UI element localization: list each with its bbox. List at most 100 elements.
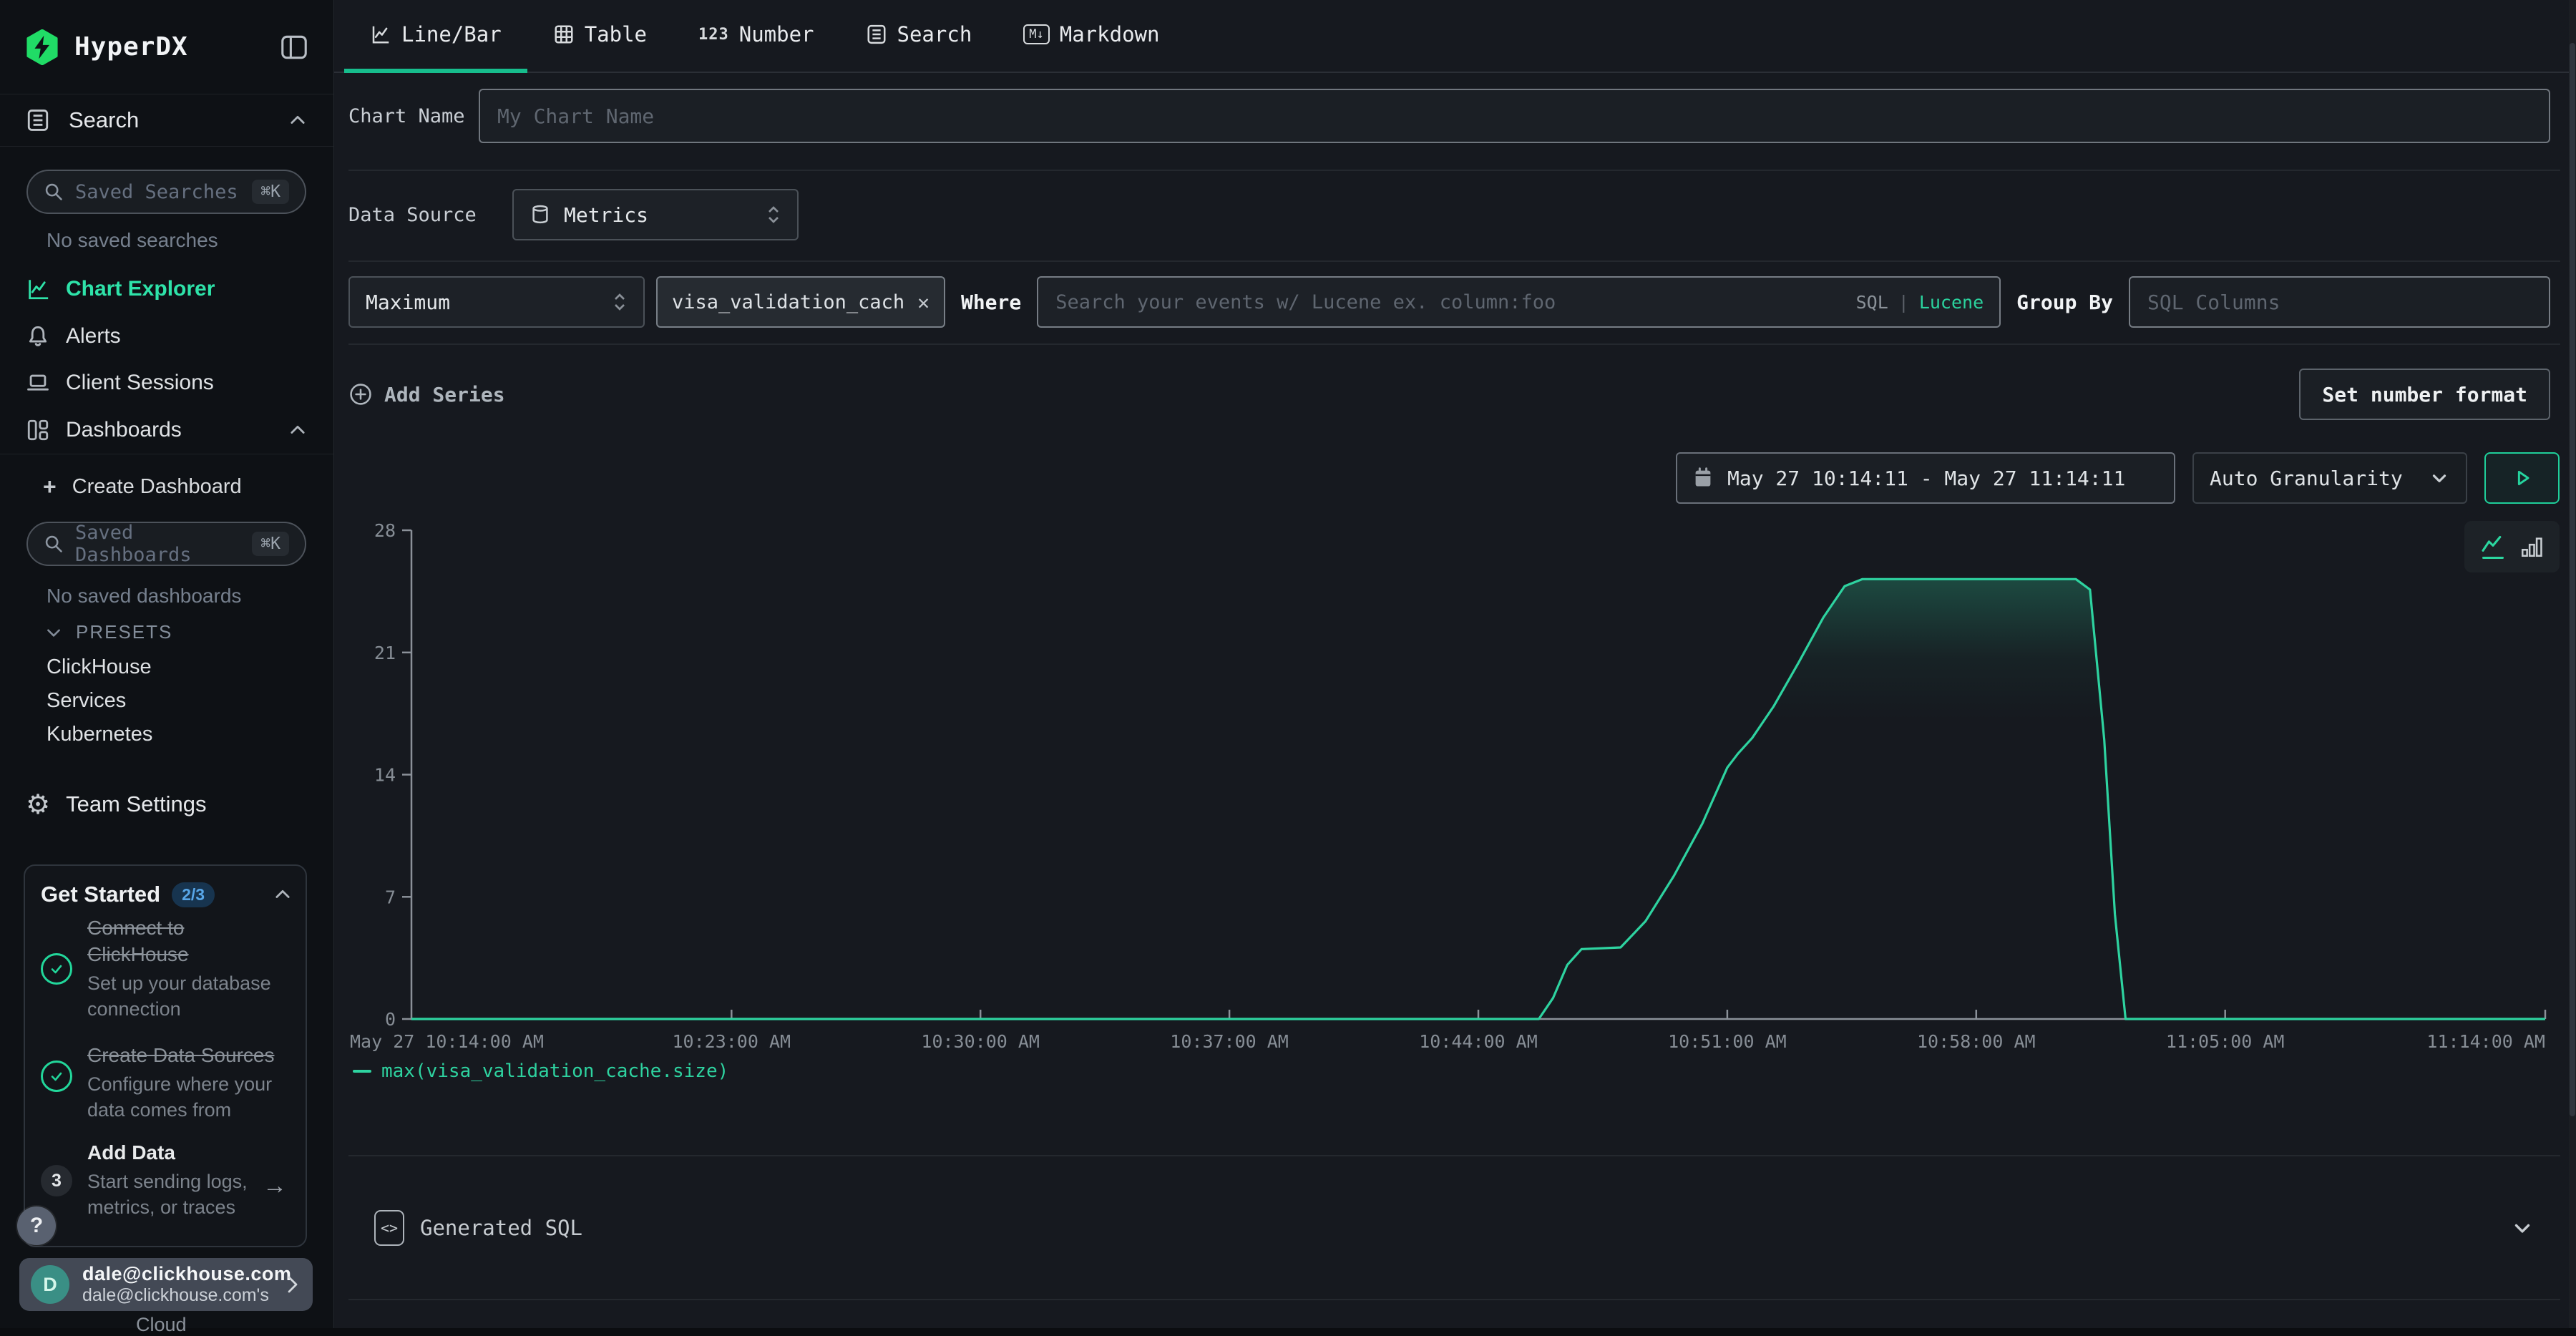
search-section-icon <box>26 108 50 132</box>
chevron-down-icon <box>44 623 63 642</box>
legend-label: max(visa_validation_cache.size) <box>381 1060 728 1082</box>
select-chevrons-icon <box>766 203 781 226</box>
run-query-button[interactable] <box>2484 452 2560 504</box>
get-started-header[interactable]: Get Started 2/3 <box>41 882 293 907</box>
divider <box>348 343 2560 345</box>
date-range-picker[interactable]: May 27 10:14:11 - May 27 11:14:11 <box>1676 452 2175 504</box>
data-source-label: Data Source <box>348 204 512 226</box>
svg-text:11:14:00 AM: 11:14:00 AM <box>2426 1031 2545 1052</box>
help-button[interactable]: ? <box>17 1206 56 1245</box>
chevron-up-icon[interactable] <box>288 110 308 130</box>
chart-name-input[interactable] <box>479 89 2550 143</box>
svg-text:10:37:00 AM: 10:37:00 AM <box>1170 1031 1289 1052</box>
svg-text:10:58:00 AM: 10:58:00 AM <box>1917 1031 2036 1052</box>
code-icon: <> <box>374 1210 404 1246</box>
scrollbar-thumb[interactable] <box>2570 43 2575 1116</box>
chevron-up-icon[interactable] <box>288 420 308 440</box>
sidebar-collapse-icon[interactable] <box>280 35 308 59</box>
svg-text:21: 21 <box>374 643 396 663</box>
sidebar-item-label: Dashboards <box>66 418 182 442</box>
get-started-title: Get Started <box>41 882 160 907</box>
chevron-down-icon[interactable] <box>2510 1216 2534 1240</box>
create-dashboard-label: Create Dashboard <box>72 475 242 499</box>
markdown-icon: M↓ <box>1023 24 1049 44</box>
data-source-select[interactable]: Metrics <box>512 189 799 240</box>
generated-sql-row[interactable]: <> Generated SQL <box>348 1155 2560 1300</box>
check-circle-icon <box>41 1060 72 1092</box>
metric-chip-label: visa_validation_cach <box>672 291 904 313</box>
granularity-select[interactable]: Auto Granularity <box>2192 452 2467 504</box>
events-search-wrap: SQL | Lucene <box>1037 276 2001 328</box>
sidebar-item-label: Alerts <box>66 324 121 348</box>
user-account-button[interactable]: D dale@clickhouse.com dale@clickhouse.co… <box>19 1258 313 1311</box>
metric-chip[interactable]: visa_validation_cach ✕ <box>656 276 945 328</box>
close-icon[interactable]: ✕ <box>917 291 930 314</box>
step-desc: Set up your database connection <box>87 970 280 1022</box>
hyperdx-logo-icon <box>26 29 59 65</box>
sidebar-item-chart-explorer[interactable]: Chart Explorer <box>0 268 333 310</box>
series-actions-row: Add Series Set number format <box>348 364 2550 425</box>
scrollbar[interactable] <box>2569 0 2576 1328</box>
svg-text:28: 28 <box>374 522 396 541</box>
chevron-down-icon <box>2429 467 2450 489</box>
presets-header[interactable]: PRESETS <box>44 621 172 643</box>
user-org-cutoff-text: Cloud <box>136 1314 187 1336</box>
sidebar-item-label: Chart Explorer <box>66 277 215 301</box>
search-section-label: Search <box>69 107 139 133</box>
sidebar-item-dashboards[interactable]: Dashboards <box>0 409 333 451</box>
tab-search[interactable]: Search <box>840 0 998 73</box>
chevron-up-icon[interactable] <box>273 884 293 905</box>
sidebar-item-client-sessions[interactable]: Client Sessions <box>0 362 333 404</box>
get-started-progress-badge: 2/3 <box>172 882 215 907</box>
get-started-step-1[interactable]: Connect to ClickHouse Set up your databa… <box>87 915 280 1022</box>
add-series-label: Add Series <box>384 383 505 406</box>
svg-text:10:51:00 AM: 10:51:00 AM <box>1668 1031 1787 1052</box>
chart-name-row: Chart Name <box>348 87 2550 145</box>
saved-dashboards-input[interactable]: Saved Dashboards ⌘K <box>26 522 306 566</box>
tab-table[interactable]: Table <box>527 0 673 73</box>
add-series-button[interactable]: Add Series <box>348 382 505 406</box>
step-number-badge: 3 <box>41 1165 72 1196</box>
get-started-step-3[interactable]: Add Data Start sending logs, metrics, or… <box>87 1139 280 1220</box>
chart-name-label: Chart Name <box>348 105 479 127</box>
sidebar-section-search[interactable]: Search <box>0 94 333 147</box>
saved-dashboards-placeholder: Saved Dashboards <box>75 522 252 566</box>
play-icon <box>2511 467 2534 489</box>
user-email: dale@clickhouse.com <box>82 1263 284 1285</box>
lucene-toggle-option[interactable]: Lucene <box>1919 292 1984 313</box>
no-saved-searches-text: No saved searches <box>47 229 218 252</box>
select-chevrons-icon <box>612 291 628 313</box>
sql-toggle-option[interactable]: SQL <box>1856 292 1888 313</box>
search-icon <box>44 534 64 554</box>
legend-line-swatch <box>353 1070 371 1073</box>
step-desc: Start sending logs, metrics, or traces <box>87 1169 280 1220</box>
arrow-right-icon[interactable]: → <box>263 1172 287 1200</box>
tab-markdown[interactable]: M↓ Markdown <box>997 0 1185 73</box>
aggregation-select[interactable]: Maximum <box>348 276 645 328</box>
get-started-card: Get Started 2/3 Connect to ClickHouse Se… <box>24 864 307 1247</box>
sidebar-item-alerts[interactable]: Alerts <box>0 316 333 357</box>
saved-searches-input[interactable]: Saved Searches ⌘K <box>26 170 306 214</box>
preset-kubernetes[interactable]: Kubernetes <box>47 723 152 746</box>
line-chart-icon <box>370 24 391 45</box>
line-chart-svg[interactable]: 07142128May 27 10:14:00 AM10:23:00 AM10:… <box>348 522 2561 1052</box>
chevron-right-icon <box>284 1274 301 1295</box>
get-started-step-2[interactable]: Create Data Sources Configure where your… <box>87 1042 280 1123</box>
group-by-input[interactable] <box>2129 276 2550 328</box>
tab-line-bar[interactable]: Line/Bar <box>344 0 527 73</box>
preset-services[interactable]: Services <box>47 689 126 713</box>
group-by-label: Group By <box>2016 291 2113 314</box>
chart-type-tabbar: Line/Bar Table 123 Number Search M↓ Ma <box>334 0 2576 73</box>
preset-clickhouse[interactable]: ClickHouse <box>47 655 152 679</box>
svg-text:10:23:00 AM: 10:23:00 AM <box>673 1031 791 1052</box>
avatar: D <box>31 1265 69 1304</box>
shortcut-badge: ⌘K <box>252 532 289 556</box>
create-dashboard-button[interactable]: + Create Dashboard <box>43 474 242 500</box>
tab-label: Markdown <box>1060 22 1160 47</box>
granularity-value: Auto Granularity <box>2210 467 2403 490</box>
tab-number[interactable]: 123 Number <box>673 0 840 73</box>
svg-text:10:30:00 AM: 10:30:00 AM <box>921 1031 1040 1052</box>
chart-legend[interactable]: max(visa_validation_cache.size) <box>353 1060 728 1082</box>
set-number-format-button[interactable]: Set number format <box>2299 369 2550 420</box>
sidebar-item-team-settings[interactable]: ⚙ Team Settings <box>26 789 207 820</box>
